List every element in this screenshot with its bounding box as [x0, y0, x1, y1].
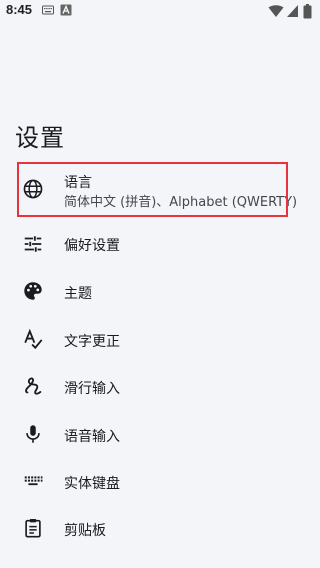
- settings-item-theme[interactable]: 主题: [0, 268, 320, 315]
- keyboard-icon: [24, 476, 43, 486]
- settings-item-glide-typing[interactable]: 滑行输入: [0, 363, 320, 410]
- settings-item-label: 语音输入: [64, 429, 120, 445]
- settings-item-voice-input[interactable]: 语音输入: [0, 411, 320, 458]
- microphone-icon: [26, 425, 40, 443]
- settings-item-label: 主题: [64, 286, 92, 302]
- settings-item-physical-keyboard[interactable]: 实体键盘: [0, 458, 320, 505]
- settings-item-label: 文字更正: [64, 334, 120, 350]
- settings-item-text-correction[interactable]: 文字更正: [0, 316, 320, 363]
- settings-list: 语言 简体中文 (拼音)、Alphabet (QWERTY) 偏好设置 主题 文…: [0, 0, 320, 568]
- text-correction-icon: [24, 328, 43, 350]
- glide-typing-icon: [25, 377, 42, 395]
- highlight-box: [17, 162, 288, 217]
- settings-item-label: 滑行输入: [64, 381, 120, 397]
- clipboard-icon: [25, 519, 41, 538]
- palette-icon: [24, 282, 42, 300]
- settings-item-label: 实体键盘: [64, 476, 120, 492]
- settings-item-label: 偏好设置: [64, 238, 120, 254]
- settings-item-preferences[interactable]: 偏好设置: [0, 220, 320, 267]
- sliders-icon: [24, 236, 42, 252]
- settings-item-label: 剪贴板: [64, 523, 106, 539]
- settings-item-clipboard[interactable]: 剪贴板: [0, 505, 320, 552]
